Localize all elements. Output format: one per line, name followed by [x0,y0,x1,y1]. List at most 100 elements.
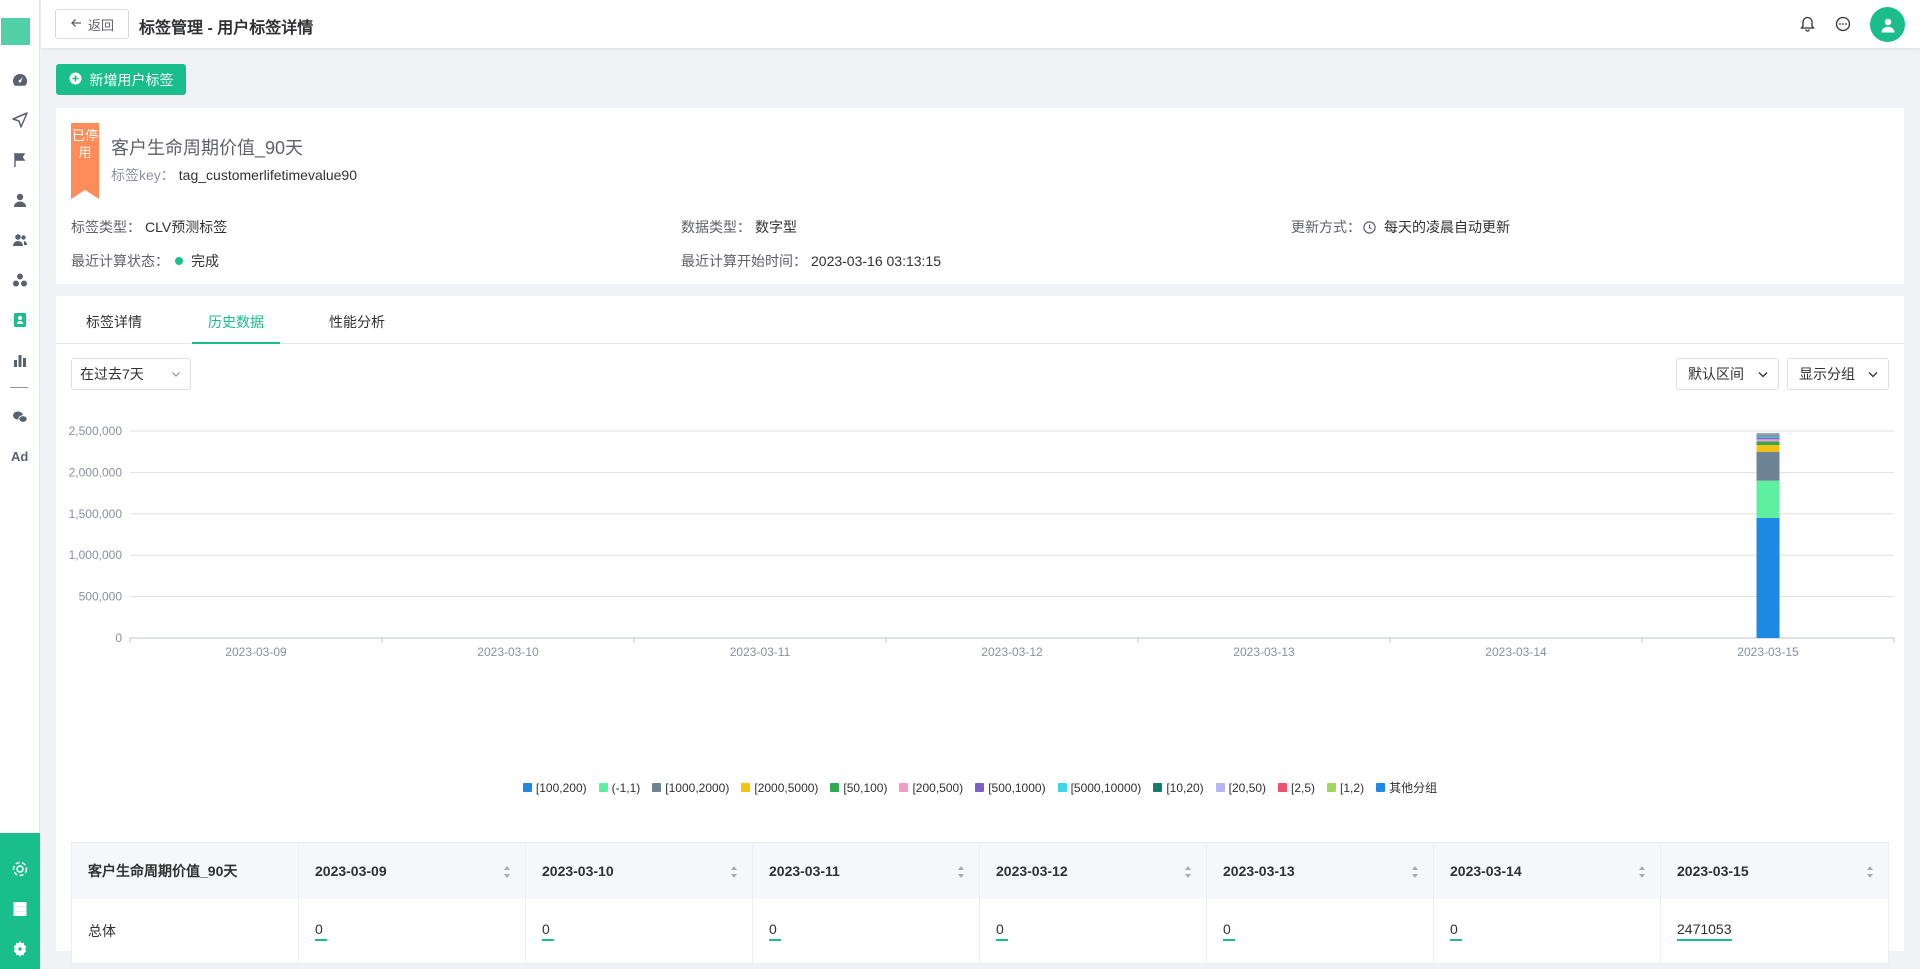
legend-item[interactable]: [100,200) [522,779,587,796]
history-stacked-bar-chart: 0 500,000 1,000,000 1,500,000 2,000,000 2,500… [69,424,1895,659]
x-tick-label: 2023-03-13 [1233,645,1295,659]
user-icon[interactable] [10,190,30,210]
tag-type: 标签类型： CLV预测标签 [71,217,227,237]
update-mode-value: 每天的凌晨自动更新 [1384,219,1510,235]
legend-item[interactable]: (-1,1) [598,779,641,796]
message-icon[interactable] [1833,14,1853,34]
sort-icon[interactable] [503,865,511,879]
tab-performance[interactable]: 性能分析 [314,296,400,344]
back-button[interactable]: 返回 [55,9,129,39]
logo[interactable] [1,18,30,45]
interval-select[interactable]: 默认区间 [1676,358,1779,390]
sort-icon[interactable] [1184,865,1192,879]
server-icon[interactable] [10,899,30,919]
bell-icon[interactable] [1797,14,1817,34]
cell-value[interactable]: 0 [1223,921,1235,941]
arrow-left-icon [70,17,82,32]
table-header-date[interactable]: 2023-03-15 [1661,843,1888,899]
bar-segment [1756,434,1780,436]
legend-item[interactable]: [500,1000) [975,779,1046,796]
avatar[interactable] [1870,7,1905,42]
cell-value[interactable]: 2471053 [1677,921,1732,941]
sort-icon[interactable] [1866,865,1874,879]
time-range-select[interactable]: 在过去7天 [71,358,191,390]
legend-label: [1,2) [1340,780,1365,795]
table-header-date[interactable]: 2023-03-09 [299,843,526,899]
table-header-date[interactable]: 2023-03-10 [526,843,753,899]
table-header-date[interactable]: 2023-03-13 [1207,843,1434,899]
history-table: 客户生命周期价值_90天 2023-03-09 2023-03-10 2023-03… [71,842,1889,964]
y-tick-label: 0 [115,631,122,645]
settings-icon[interactable] [10,939,30,959]
table-cell: 0 [980,899,1207,963]
sort-icon[interactable] [730,865,738,879]
top-header: 返回 标签管理 - 用户标签详情 [41,0,1920,48]
legend-swatch [1215,783,1225,792]
table-header-date[interactable]: 2023-03-12 [980,843,1207,899]
cell-value[interactable]: 0 [315,921,327,941]
legend-label: [2,5) [1291,780,1316,795]
group-value: 显示分组 [1799,366,1855,382]
legend-item[interactable]: [20,50) [1215,779,1266,796]
legend-item[interactable]: [50,100) [830,779,887,796]
legend-label: [500,1000) [988,780,1046,795]
sort-icon[interactable] [1411,865,1419,879]
x-tick-label: 2023-03-11 [730,645,791,659]
legend-item[interactable]: [2000,5000) [741,779,818,796]
cluster-icon[interactable] [10,859,30,879]
column-date-label: 2023-03-11 [769,863,840,879]
users-icon[interactable] [10,230,30,250]
cell-value[interactable]: 0 [1450,921,1462,941]
legend-label: [100,200) [535,780,587,795]
cell-value[interactable]: 0 [769,921,781,941]
chart-icon[interactable] [10,350,30,370]
sort-icon[interactable] [957,865,965,879]
tab-history-data[interactable]: 历史数据 [192,296,280,344]
cell-value[interactable]: 0 [996,921,1008,941]
cell-value[interactable]: 0 [542,921,554,941]
tag-type-value: CLV预测标签 [145,219,228,235]
legend-swatch [1057,783,1067,792]
ad-icon[interactable]: Ad [11,449,28,464]
legend-item[interactable]: [10,20) [1153,779,1204,796]
bar-segment [1756,480,1780,518]
calc-status-value: 完成 [191,253,219,269]
legend-item[interactable]: 其他分组 [1376,779,1437,796]
legend-item[interactable]: [2,5) [1278,779,1315,796]
sort-icon[interactable] [1638,865,1646,879]
y-tick-label: 500,000 [79,590,123,604]
legend-item[interactable]: [1000,2000) [652,779,729,796]
segment-icon[interactable] [10,270,30,290]
legend-label: [1000,2000) [665,780,730,795]
flag-icon[interactable] [10,150,30,170]
bar-segment [1756,441,1780,446]
table-header-date[interactable]: 2023-03-14 [1434,843,1661,899]
legend-swatch [899,783,909,792]
dashboard-icon[interactable] [10,70,30,90]
group-select[interactable]: 显示分组 [1787,358,1889,390]
data-type: 数据类型： 数字型 [681,217,797,237]
legend-item[interactable]: [1,2) [1327,779,1364,796]
tag-name: 客户生命周期价值_90天 [111,138,304,158]
legend-label: [10,20) [1166,780,1204,795]
send-icon[interactable] [10,110,30,130]
tag-icon[interactable] [10,310,30,330]
tag-key-label: 标签key： [111,167,175,183]
status-badge: 已停用 [71,123,99,199]
clock-icon [1363,220,1376,234]
x-tick-label: 2023-03-10 [477,645,539,659]
legend-item[interactable]: [200,500) [899,779,963,796]
legend-label: (-1,1) [611,780,641,795]
sidebar: Ad [0,0,40,969]
legend-item[interactable]: [5000,10000) [1057,779,1141,796]
table-cell: 0 [1207,899,1434,963]
table-header-date[interactable]: 2023-03-11 [753,843,980,899]
tab-tag-detail[interactable]: 标签详情 [71,296,157,344]
calc-time-label: 最近计算开始时间： [681,253,807,269]
bar-segment [1756,436,1780,438]
legend-swatch [598,783,608,792]
add-user-tag-button[interactable]: 新增用户标签 [56,64,186,95]
legend-swatch [975,783,985,792]
calc-time: 最近计算开始时间： 2023-03-16 03:13:15 [681,251,941,271]
wechat-icon[interactable] [10,407,30,427]
